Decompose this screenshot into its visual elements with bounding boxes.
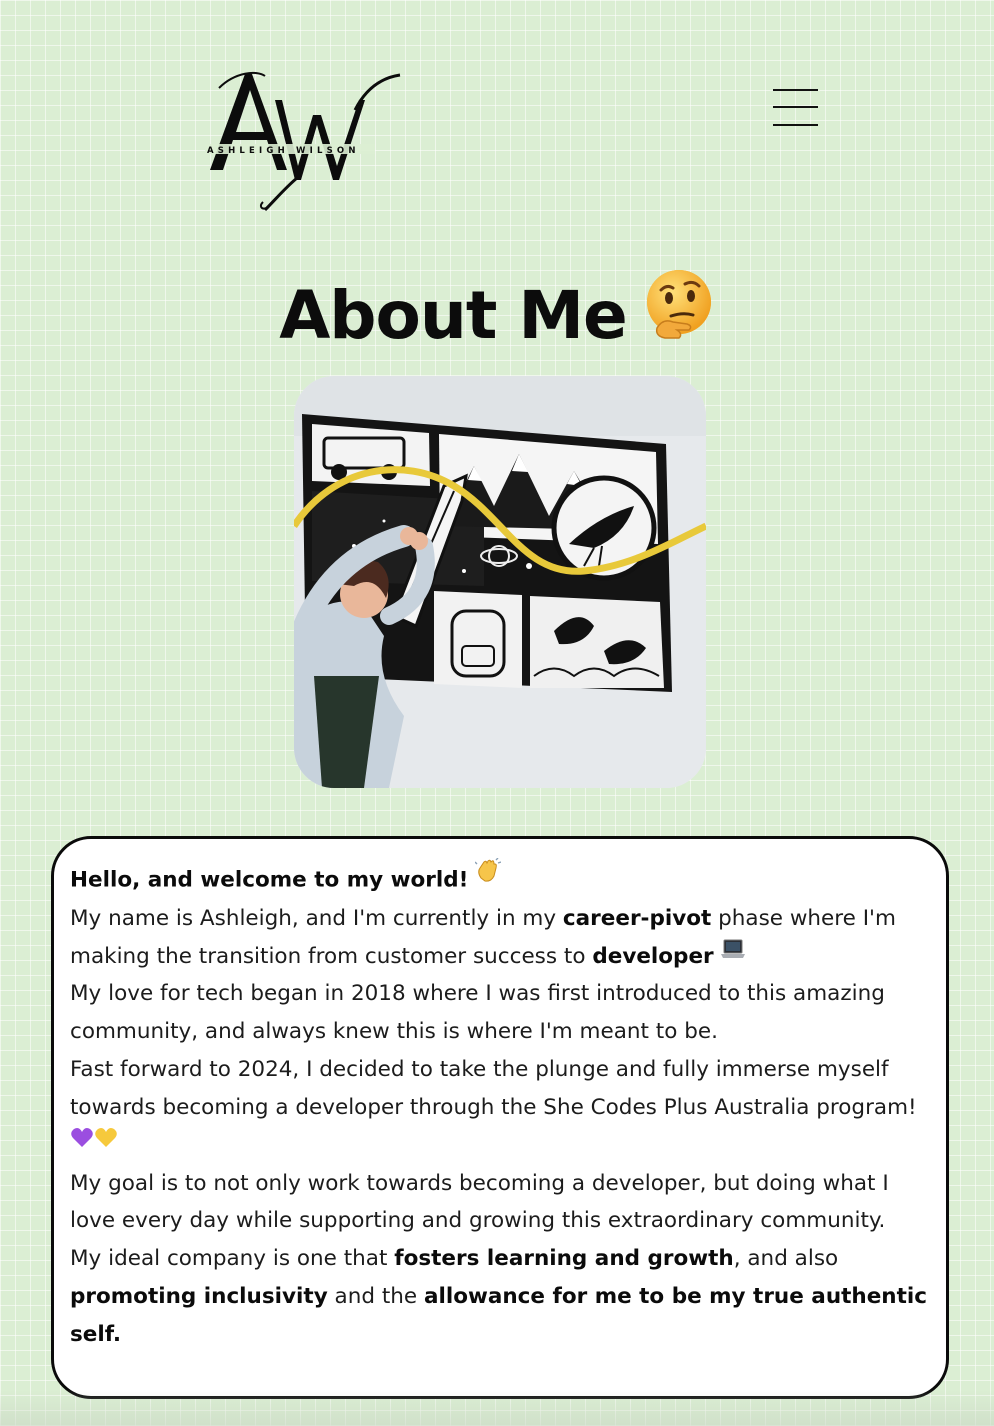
greeting-text: Hello, and welcome to my world! xyxy=(70,867,469,893)
site-header: ASHLEIGH WILSON xyxy=(0,0,994,240)
mural-photo-icon xyxy=(294,376,706,788)
menu-bar xyxy=(773,124,818,126)
page-title: About Me xyxy=(0,268,994,370)
ideal-text: My ideal company is one that xyxy=(70,1246,395,1272)
laptop-icon xyxy=(720,935,746,973)
inclusivity-text: promoting inclusivity xyxy=(70,1283,328,1309)
program-paragraph: Fast forward to 2024, I decided to take … xyxy=(70,1051,930,1164)
thinking-face-icon xyxy=(643,268,715,364)
logo[interactable]: ASHLEIGH WILSON xyxy=(205,70,405,215)
aw-monogram-icon: ASHLEIGH WILSON xyxy=(205,71,401,212)
ideal-text-2: , and also xyxy=(733,1246,839,1272)
menu-bar xyxy=(773,89,818,91)
hamburger-menu-icon[interactable] xyxy=(768,84,822,130)
ideal-company-paragraph: My ideal company is one that fosters lea… xyxy=(70,1240,930,1353)
profile-photo xyxy=(294,376,706,788)
yellow-heart-icon xyxy=(94,1124,118,1162)
purple-heart-icon xyxy=(70,1124,94,1162)
svg-text:ASHLEIGH WILSON: ASHLEIGH WILSON xyxy=(207,146,360,156)
program-text: Fast forward to 2024, I decided to take … xyxy=(70,1057,917,1120)
intro-paragraph: My name is Ashleigh, and I'm currently i… xyxy=(70,900,930,976)
waving-hand-icon xyxy=(474,857,502,897)
greeting-line: Hello, and welcome to my world! xyxy=(70,857,930,900)
about-card: Hello, and welcome to my world! My name … xyxy=(51,836,949,1399)
page-title-text: About Me xyxy=(279,277,628,354)
goal-paragraph: My goal is to not only work towards beco… xyxy=(70,1170,889,1234)
developer-text: developer xyxy=(592,943,714,969)
bottom-fade xyxy=(0,1390,994,1426)
learning-growth-text: fosters learning and growth xyxy=(394,1246,734,1272)
career-pivot-text: career-pivot xyxy=(562,905,712,931)
ideal-text-3: and the xyxy=(327,1283,424,1309)
intro-text: My name is Ashleigh, and I'm currently i… xyxy=(70,905,563,931)
menu-bar xyxy=(773,106,818,108)
tech-love-paragraph: My love for tech began in 2018 where I w… xyxy=(70,981,885,1045)
